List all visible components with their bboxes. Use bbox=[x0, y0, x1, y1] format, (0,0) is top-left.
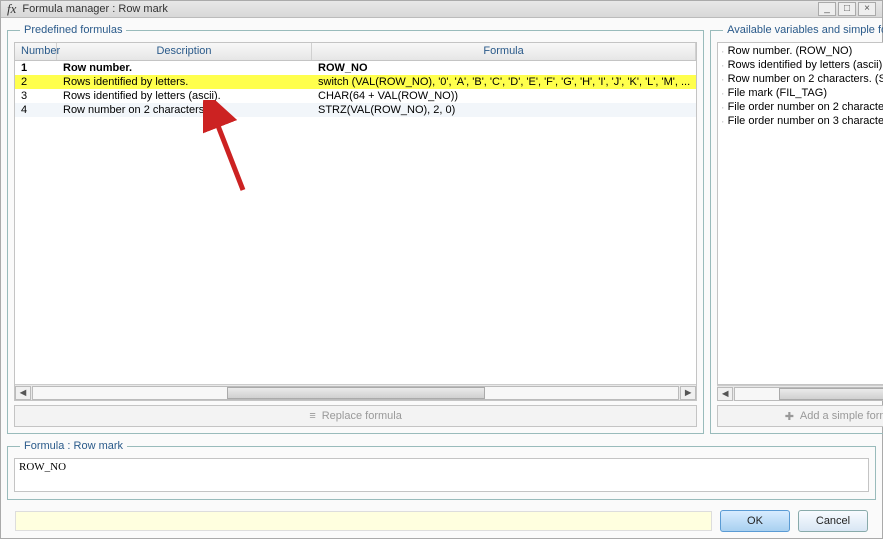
list-item[interactable]: Row number on 2 characters. (STRZ(VAL(RO… bbox=[722, 73, 883, 87]
list-item[interactable]: File order number on 2 characters (STRZ(… bbox=[722, 101, 883, 115]
table-row[interactable]: 1Row number.ROW_NO bbox=[15, 61, 696, 75]
titlebar: fx Formula manager : Row mark _ □ × bbox=[1, 1, 882, 18]
minimize-button[interactable]: _ bbox=[818, 2, 836, 16]
col-header-formula[interactable]: Formula bbox=[312, 43, 696, 60]
table-row[interactable]: 2Rows identified by letters.switch (VAL(… bbox=[15, 75, 696, 89]
scroll-thumb[interactable] bbox=[227, 387, 485, 399]
formula-editor[interactable] bbox=[14, 458, 869, 492]
add-simple-formula-button[interactable]: ✚ Add a simple formula bbox=[717, 405, 883, 427]
scroll-left-button[interactable]: ◄ bbox=[15, 386, 31, 400]
predefined-legend: Predefined formulas bbox=[20, 24, 126, 36]
cell-formula: ROW_NO bbox=[312, 62, 696, 74]
cell-formula: switch (VAL(ROW_NO), '0', 'A', 'B', 'C',… bbox=[312, 76, 696, 88]
ok-button[interactable]: OK bbox=[720, 510, 790, 532]
bottom-bar: OK Cancel bbox=[7, 506, 876, 536]
cell-desc: Row number on 2 characters. bbox=[57, 104, 312, 116]
scroll-right-button[interactable]: ► bbox=[680, 386, 696, 400]
replace-label: Replace formula bbox=[322, 410, 402, 422]
close-button[interactable]: × bbox=[858, 2, 876, 16]
predefined-formulas-panel: Predefined formulas Number Description F… bbox=[7, 24, 704, 434]
list-item[interactable]: File order number on 3 characters (STRZ(… bbox=[722, 115, 883, 129]
available-list: Row number. (ROW_NO)Rows identified by l… bbox=[717, 42, 883, 385]
cell-n: 4 bbox=[15, 104, 57, 116]
list-item[interactable]: File mark (FIL_TAG) bbox=[722, 87, 883, 101]
window: fx Formula manager : Row mark _ □ × Pred… bbox=[0, 0, 883, 539]
replace-icon: ≡ bbox=[309, 410, 315, 422]
formula-field-panel: Formula : Row mark bbox=[7, 440, 876, 500]
avail-scroll-thumb[interactable] bbox=[779, 388, 883, 400]
col-header-description[interactable]: Description bbox=[57, 43, 312, 60]
fx-icon: fx bbox=[7, 1, 16, 17]
predefined-grid: Number Description Formula 1Row number.R… bbox=[14, 42, 697, 401]
cell-n: 3 bbox=[15, 90, 57, 102]
grid-body: 1Row number.ROW_NO2Rows identified by le… bbox=[15, 61, 696, 384]
maximize-button[interactable]: □ bbox=[838, 2, 856, 16]
formula-legend: Formula : Row mark bbox=[20, 440, 127, 452]
table-row[interactable]: 3Rows identified by letters (ascii).CHAR… bbox=[15, 89, 696, 103]
replace-formula-button[interactable]: ≡ Replace formula bbox=[14, 405, 697, 427]
cell-n: 1 bbox=[15, 62, 57, 74]
available-hscroll: ◄ ► bbox=[717, 385, 883, 401]
window-title: Formula manager : Row mark bbox=[22, 3, 816, 15]
col-header-number[interactable]: Number bbox=[15, 43, 57, 60]
cell-n: 2 bbox=[15, 76, 57, 88]
top-row: Predefined formulas Number Description F… bbox=[7, 24, 876, 434]
table-row[interactable]: 4Row number on 2 characters.STRZ(VAL(ROW… bbox=[15, 103, 696, 117]
cancel-button[interactable]: Cancel bbox=[798, 510, 868, 532]
add-label: Add a simple formula bbox=[800, 410, 883, 422]
grid-hscroll: ◄ ► bbox=[15, 384, 696, 400]
main-area: Predefined formulas Number Description F… bbox=[1, 18, 882, 539]
scroll-track[interactable] bbox=[32, 386, 679, 400]
available-variables-panel: Available variables and simple formulas … bbox=[710, 24, 883, 434]
add-icon: ✚ bbox=[785, 410, 794, 423]
avail-scroll-left[interactable]: ◄ bbox=[717, 387, 733, 401]
avail-scroll-track[interactable] bbox=[734, 387, 883, 401]
grid-header: Number Description Formula bbox=[15, 43, 696, 61]
cell-desc: Rows identified by letters (ascii). bbox=[57, 90, 312, 102]
list-item[interactable]: Rows identified by letters (ascii). (CHA… bbox=[722, 59, 883, 73]
hint-bar bbox=[15, 511, 712, 531]
available-legend: Available variables and simple formulas bbox=[723, 24, 883, 36]
cell-formula: CHAR(64 + VAL(ROW_NO)) bbox=[312, 90, 696, 102]
cell-desc: Rows identified by letters. bbox=[57, 76, 312, 88]
list-item[interactable]: Row number. (ROW_NO) bbox=[722, 45, 883, 59]
cell-desc: Row number. bbox=[57, 62, 312, 74]
cell-formula: STRZ(VAL(ROW_NO), 2, 0) bbox=[312, 104, 696, 116]
